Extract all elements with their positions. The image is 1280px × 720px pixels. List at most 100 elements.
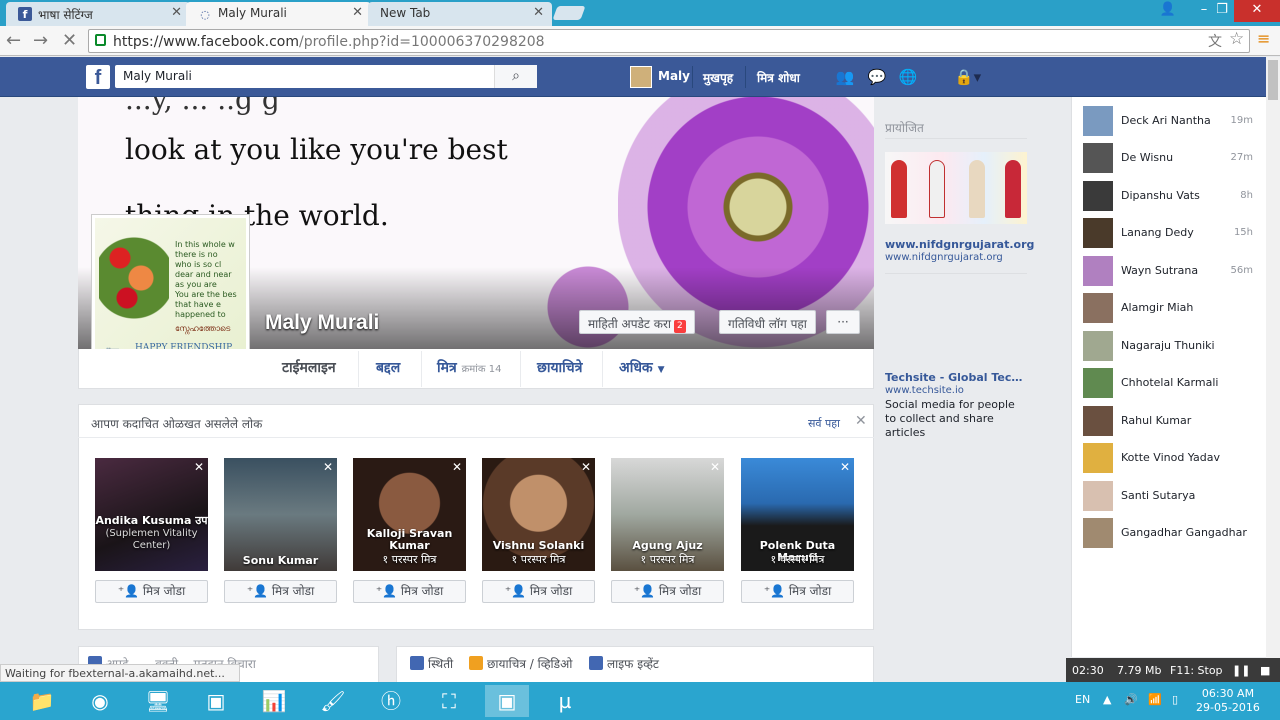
dismiss-icon[interactable]: ✕ [581, 460, 591, 474]
globe-icon[interactable]: 🌐 [898, 68, 918, 86]
forward-arrow-icon[interactable]: → [33, 30, 48, 51]
person-card[interactable]: Agung Ajuz १ परस्पर मित्र ✕ [611, 458, 724, 571]
volume-icon[interactable]: 🔊 [1124, 693, 1138, 706]
chrome-menu-icon[interactable]: ≡ [1257, 29, 1270, 48]
person-name[interactable]: Agung Ajuz [611, 540, 724, 552]
dismiss-icon[interactable]: ✕ [840, 460, 850, 474]
person-name[interactable]: Sonu Kumar [224, 555, 337, 567]
person-card[interactable]: Sonu Kumar ✕ [224, 458, 337, 571]
ad2-url[interactable]: www.techsite.io [885, 385, 1035, 396]
utorrent-icon[interactable]: µ [543, 685, 587, 717]
stop-icon[interactable]: ■ [1260, 664, 1270, 677]
chat-contact[interactable]: Dipanshu Vats 8h [1083, 181, 1263, 211]
find-friends-link[interactable]: मित्र शोधा [757, 69, 800, 86]
search-input[interactable]: Maly Murali [115, 65, 537, 88]
add-friend-button[interactable]: ⁺👤 मित्र जोडा [611, 580, 724, 603]
person-card[interactable]: Vishnu Solanki १ परस्पर मित्र ✕ [482, 458, 595, 571]
person-name[interactable]: Andika Kusuma उप [95, 515, 208, 527]
address-bar[interactable]: https://www.facebook.com/profile.php?id=… [88, 29, 1250, 53]
scrollbar-thumb[interactable] [1268, 60, 1278, 100]
show-hidden-icons-icon[interactable]: ▲ [1103, 693, 1111, 706]
tab-timeline[interactable]: टाईमलाइन [282, 358, 336, 377]
secure-lock-icon[interactable] [95, 34, 106, 46]
person-name[interactable]: Kalloji Sravan Kumar [353, 528, 466, 552]
browser-tab-language-settings[interactable]: f भाषा सेटिंग्ज ✕ [6, 2, 190, 26]
dismiss-icon[interactable]: ✕ [710, 460, 720, 474]
chat-contact[interactable]: Nagaraju Thuniki [1083, 331, 1263, 361]
dismiss-icon[interactable]: ✕ [452, 460, 462, 474]
browser-tab-maly-murali[interactable]: ◌ Maly Murali ✕ [186, 2, 371, 26]
file-explorer-icon[interactable]: 📁 [20, 685, 64, 717]
tab-about[interactable]: बद्दल [376, 358, 400, 377]
see-all-link[interactable]: सर्व पहा [808, 416, 840, 431]
reader-app-icon[interactable]: ▣ [194, 685, 238, 717]
ad2-title[interactable]: Techsite - Global Technolo... [885, 371, 1027, 384]
add-friend-button[interactable]: ⁺👤 मित्र जोडा [224, 580, 337, 603]
back-arrow-icon[interactable]: ← [6, 30, 21, 51]
dismiss-icon[interactable]: ✕ [323, 460, 333, 474]
friend-requests-icon[interactable]: 👥 [835, 68, 855, 86]
user-avatar[interactable] [630, 66, 652, 88]
language-indicator[interactable]: EN [1075, 693, 1090, 706]
bookmark-star-icon[interactable]: ☆ [1229, 29, 1244, 49]
chrome-icon[interactable]: ◉ [78, 685, 122, 717]
recording-stop-button[interactable]: F11: Stop [1170, 664, 1223, 677]
ad-image[interactable] [885, 152, 1027, 224]
ad1-title[interactable]: www.nifdgnrgujarat.org [885, 238, 1035, 251]
home-link[interactable]: मुखपृह [703, 69, 733, 86]
add-friend-button[interactable]: ⁺👤 मित्र जोडा [353, 580, 466, 603]
computer-icon[interactable]: 🖥 [136, 685, 180, 717]
photo-video-tab[interactable]: छायाचित्र / व्हिडिओ [469, 655, 572, 672]
tab-friends[interactable]: मित्र क्रमांक 14 [437, 358, 501, 377]
stop-loading-icon[interactable]: ✕ [62, 30, 77, 51]
chat-contact[interactable]: Chhotelal Karmali [1083, 368, 1263, 398]
chat-contact[interactable]: Alamgir Miah [1083, 293, 1263, 323]
person-card[interactable]: Kalloji Sravan Kumar १ परस्पर मित्र ✕ [353, 458, 466, 571]
add-friend-button[interactable]: ⁺👤 मित्र जोडा [95, 580, 208, 603]
add-friend-button[interactable]: ⁺👤 मित्र जोडा [741, 580, 854, 603]
chat-contact[interactable]: Wayn Sutrana 56m [1083, 256, 1263, 286]
user-profile-icon[interactable]: 👤 [1150, 0, 1186, 22]
network-icon[interactable]: 📶 [1148, 693, 1162, 706]
close-tab-icon[interactable]: ✕ [533, 5, 544, 20]
chat-contact[interactable]: De Wisnu 27m [1083, 143, 1263, 173]
pause-icon[interactable]: ❚❚ [1232, 664, 1250, 677]
chat-contact[interactable]: Rahul Kumar [1083, 406, 1263, 436]
profile-name[interactable]: Maly Murali [265, 311, 379, 335]
browser-tab-new-tab[interactable]: New Tab ✕ [368, 2, 552, 26]
page-scrollbar[interactable] [1266, 57, 1280, 658]
profile-link[interactable]: Maly [658, 69, 690, 83]
active-window-icon[interactable]: ▣ [485, 685, 529, 717]
chat-contact[interactable]: Gangadhar Gangadhar [1083, 518, 1263, 548]
close-window-icon[interactable]: ✕ [1234, 0, 1280, 22]
chat-contact[interactable]: Kotte Vinod Yadav [1083, 443, 1263, 473]
new-tab-button[interactable] [552, 6, 586, 20]
battery-icon[interactable]: ▯ [1172, 693, 1178, 706]
system-clock[interactable]: 06:30 AM 29-05-2016 [1196, 687, 1260, 715]
privacy-lock-icon[interactable]: 🔒▾ [948, 68, 988, 86]
translate-icon[interactable]: 文 [1208, 31, 1222, 51]
paint-icon[interactable]: 🖌 [311, 685, 355, 717]
status-tab[interactable]: स्थिती [410, 655, 453, 672]
add-friend-button[interactable]: ⁺👤 मित्र जोडा [482, 580, 595, 603]
close-tab-icon[interactable]: ✕ [352, 5, 363, 20]
ad1-url[interactable]: www.nifdgnrgujarat.org [885, 252, 1035, 263]
hp-icon[interactable]: ⓗ [369, 685, 413, 717]
chat-contact[interactable]: Deck Ari Nantha 19m [1083, 106, 1263, 136]
close-tab-icon[interactable]: ✕ [171, 5, 182, 20]
tab-photos[interactable]: छायाचित्रे [537, 358, 582, 377]
update-info-button[interactable]: माहिती अपडेट करा 2 [579, 310, 695, 334]
chat-contact[interactable]: Lanang Dedy 15h [1083, 218, 1263, 248]
more-options-button[interactable]: ··· [826, 310, 860, 334]
tab-more[interactable]: अधिक ▼ [619, 358, 664, 377]
life-event-tab[interactable]: लाइफ इव्हेंट [589, 655, 659, 672]
screen-capture-icon[interactable]: ⛶ [427, 685, 471, 717]
person-name[interactable]: Vishnu Solanki [482, 540, 595, 552]
person-card[interactable]: Polenk Duta Maruti १ परस्पर मित्र ✕ [741, 458, 854, 571]
spreadsheet-icon[interactable]: 📊 [252, 685, 296, 717]
chat-contact[interactable]: Santi Sutarya [1083, 481, 1263, 511]
facebook-logo-icon[interactable]: f [86, 65, 110, 89]
close-icon[interactable]: ✕ [855, 413, 867, 429]
messages-icon[interactable]: 💬 [867, 68, 887, 86]
activity-log-button[interactable]: गतिविधी लॉग पहा [719, 310, 816, 334]
